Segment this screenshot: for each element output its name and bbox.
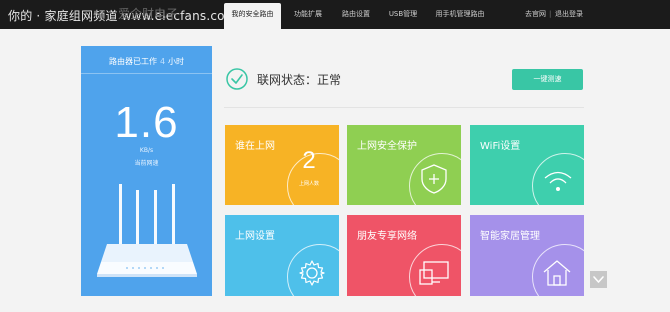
panel-divider	[81, 73, 212, 74]
nav-separator: |	[549, 10, 552, 18]
logout-link[interactable]: 退出登录	[555, 0, 583, 29]
scroll-down-button[interactable]	[590, 271, 607, 288]
online-count: 2	[302, 147, 316, 174]
tile-title: WiFi设置	[480, 141, 521, 152]
speed-unit: KB/s	[139, 147, 154, 154]
router-status-panel: 路由器已工作 4 小时 1.6 KB/s 当前网速	[81, 46, 212, 296]
tile-smart-home[interactable]: 智能家居管理	[470, 215, 584, 296]
tab-router-settings[interactable]: 路由设置	[336, 0, 376, 29]
shield-icon	[421, 164, 447, 194]
tile-title: 上网设置	[235, 231, 275, 242]
home-icon	[543, 260, 571, 286]
status-ok-icon	[226, 68, 248, 90]
official-site-link[interactable]: 去官网	[525, 0, 546, 29]
uptime-line: 路由器已工作 4 小时	[81, 56, 212, 67]
speed-test-button[interactable]: 一键测速	[512, 69, 583, 90]
router-illustration	[97, 184, 197, 277]
tile-title: 谁在上网	[235, 141, 275, 152]
tile-who-online[interactable]: 谁在上网 2 上网人数	[225, 125, 339, 205]
wifi-icon	[544, 171, 572, 191]
tile-wifi-settings[interactable]: WiFi设置	[470, 125, 584, 205]
brand-watermark: 爱企财电子	[118, 7, 179, 21]
top-navigation-bar: 你的 · 家庭组网频道 www.elecfans.com 爱企财电子 我的安全路…	[0, 0, 670, 29]
status-divider	[224, 107, 584, 108]
uptime-unit: 小时	[168, 57, 185, 66]
current-speed-value: 1.6	[114, 98, 179, 147]
tile-security-protection[interactable]: 上网安全保护	[347, 125, 461, 205]
network-status-text: 联网状态：正常	[257, 73, 342, 87]
uptime-prefix: 路由器已工作	[108, 57, 157, 66]
screens-icon	[419, 261, 449, 285]
tile-title: 上网安全保护	[357, 141, 417, 152]
speed-label: 当前网速	[134, 160, 159, 167]
tab-feature-extension[interactable]: 功能扩展	[286, 0, 330, 29]
tile-title: 朋友专享网络	[357, 231, 417, 242]
tab-mobile-management[interactable]: 用手机管理路由	[429, 0, 491, 29]
uptime-value: 4	[159, 57, 166, 66]
tab-my-security-router[interactable]: 我的安全路由	[224, 3, 281, 29]
online-count-label: 上网人数	[298, 181, 319, 187]
gear-icon	[299, 260, 325, 286]
chevron-down-icon	[593, 276, 604, 283]
tile-internet-settings[interactable]: 上网设置	[225, 215, 339, 296]
tile-friend-network[interactable]: 朋友专享网络	[347, 215, 461, 296]
tile-title: 智能家居管理	[480, 231, 540, 242]
tab-usb-management[interactable]: USB管理	[381, 0, 425, 29]
